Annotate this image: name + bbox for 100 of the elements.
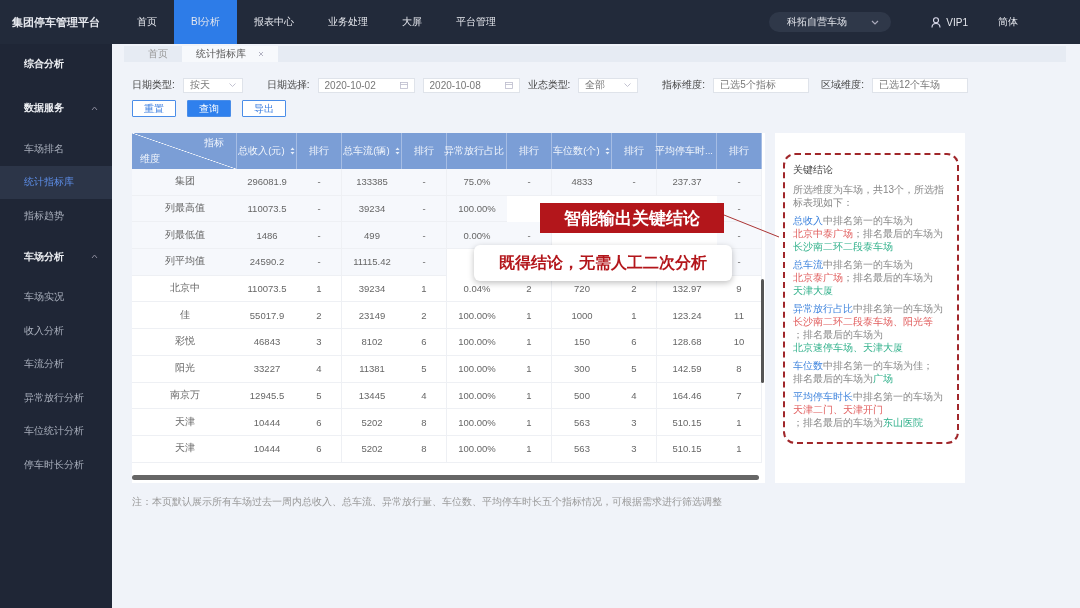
column-header[interactable]: 总车流(辆)	[342, 133, 402, 169]
page-tab[interactable]: 统计指标库	[182, 46, 278, 62]
table-cell: 563	[552, 435, 612, 463]
select-field[interactable]: 全部	[578, 77, 639, 93]
table-cell: -	[402, 169, 447, 196]
nav-tab[interactable]: 业务处理	[311, 0, 386, 44]
filter-label: 指标维度:	[662, 78, 706, 92]
column-header[interactable]: 排行	[612, 133, 657, 169]
column-header[interactable]: 排行	[297, 133, 342, 169]
sidebar-item[interactable]: 车位统计分析	[0, 414, 112, 448]
table-cell: 11115.42	[342, 249, 402, 276]
table-cell: 7	[717, 382, 762, 410]
table-cell: 1	[297, 275, 342, 303]
table-cell: 8	[402, 409, 447, 436]
table-cell: 100.00%	[447, 382, 507, 410]
app-title: 集团停车管理平台	[11, 14, 101, 30]
date-field[interactable]: 2020-10-02	[317, 77, 415, 93]
sidebar-item[interactable]: 车场实况	[0, 280, 112, 314]
table-cell: 510.15	[657, 409, 717, 436]
column-header[interactable]: 排行	[507, 133, 552, 169]
table-cell: 100.00%	[447, 302, 507, 330]
chevron-down-icon	[228, 83, 236, 87]
column-header[interactable]: 总收入(元)	[237, 133, 297, 169]
table-cell: 100.00%	[447, 195, 507, 223]
site-dropdown[interactable]: 科拓自营车场	[769, 12, 892, 32]
table-cell: 13445	[342, 382, 402, 410]
table-cell: 4	[402, 382, 447, 410]
header-label: 维度	[140, 152, 160, 166]
table-cell: -	[297, 169, 342, 196]
table-cell: 1	[717, 435, 762, 463]
conclusion-text: 车位数中排名第一的车场为佳； 排名最后的车场为广场	[793, 359, 934, 385]
table-cell: 100.00%	[447, 329, 507, 356]
action-button[interactable]: 导出	[242, 100, 286, 117]
table-cell: 1	[507, 355, 552, 383]
table-cell: 2	[402, 302, 447, 330]
table-cell: 110073.5	[237, 195, 297, 223]
language-label[interactable]: 简体	[998, 15, 1018, 29]
sidebar-item[interactable]: 车流分析	[0, 347, 112, 381]
table-cell: 3	[612, 409, 657, 436]
nav-tab[interactable]: BI分析	[174, 0, 238, 44]
table-cell: 123.24	[657, 302, 717, 330]
table-cell: 5202	[342, 435, 402, 463]
filter-label: 日期类型:	[132, 78, 175, 92]
scrollbar[interactable]	[761, 279, 764, 383]
sidebar-item[interactable]: 统计指标库	[0, 165, 112, 199]
sidebar-item[interactable]: 收入分析	[0, 314, 112, 348]
page-tab[interactable]: 首页	[134, 46, 182, 62]
table-cell: 4	[612, 382, 657, 410]
intro-text: 所选维度为车场，共13个，所选指标表现如下：	[793, 183, 946, 209]
table-cell: 5202	[342, 409, 402, 436]
column-header[interactable]: 平均停车时...	[657, 133, 717, 169]
callout-label: 既得结论，无需人工二次分析	[474, 245, 732, 281]
conclusion-text: 异常放行占比中排名第一的车场为 长沙南二环二段泰车场、阳光等 ；排名最后的车场为 北京速停车场、天津大厦	[793, 302, 944, 354]
table-cell: -	[402, 249, 447, 276]
sidebar-item[interactable]: 综合分析	[0, 44, 112, 84]
row-label: 北京中	[132, 275, 237, 303]
leader-line	[724, 214, 780, 238]
sidebar-group[interactable]: 车场分析	[0, 232, 112, 281]
nav-tab[interactable]: 首页	[120, 0, 174, 44]
table-cell: 500	[552, 382, 612, 410]
column-header[interactable]: 排行	[717, 133, 762, 169]
user-name[interactable]: VIP1	[946, 16, 968, 28]
table-cell: 300	[552, 355, 612, 383]
nav-tab[interactable]: 平台管理	[439, 0, 514, 44]
table-cell: 2	[297, 302, 342, 330]
table-cell: 237.37	[657, 169, 717, 196]
input-field[interactable]: 已选5个指标	[713, 77, 810, 93]
row-label: 彩悦	[132, 329, 237, 356]
table-cell: 23149	[342, 302, 402, 330]
row-label: 列最低值	[132, 222, 237, 250]
sort-icon	[394, 147, 400, 155]
table-cell: -	[402, 222, 447, 250]
table-cell: 10444	[237, 409, 297, 436]
date-field[interactable]: 2020-10-08	[422, 77, 520, 93]
input-field[interactable]: 已选12个车场	[871, 77, 968, 93]
filter-label: 业态类型:	[527, 78, 571, 92]
close-icon[interactable]	[258, 51, 264, 57]
table-cell: 55017.9	[237, 302, 297, 330]
table-cell: 5	[612, 355, 657, 383]
sidebar-item[interactable]: 停车时长分析	[0, 448, 112, 482]
table-cell: -	[297, 222, 342, 250]
table-cell: -	[297, 249, 342, 276]
action-button[interactable]: 查询	[187, 100, 231, 117]
column-header[interactable]: 车位数(个)	[552, 133, 612, 169]
table-cell: 1	[402, 275, 447, 303]
table-cell: 1	[507, 409, 552, 436]
table-cell: 3	[612, 435, 657, 463]
conclusion-text: 总车流中排名第一的车场为 北京泰广场；排名最后的车场为 天津大厦	[793, 258, 934, 297]
panel-title: 关键结论	[793, 163, 834, 177]
row-label: 天津	[132, 409, 237, 436]
select-field[interactable]: 按天	[182, 77, 243, 93]
nav-tab[interactable]: 报表中心	[237, 0, 312, 44]
action-button[interactable]: 重置	[132, 100, 176, 117]
sidebar-group[interactable]: 数据服务	[0, 84, 112, 132]
sidebar-item[interactable]: 车场排名	[0, 132, 112, 166]
scrollbar[interactable]	[132, 475, 759, 480]
nav-tab[interactable]: 大屏	[385, 0, 440, 44]
table-cell: 8	[402, 435, 447, 463]
sidebar-item[interactable]: 异常放行分析	[0, 381, 112, 415]
sidebar-item[interactable]: 指标趋势	[0, 199, 112, 233]
